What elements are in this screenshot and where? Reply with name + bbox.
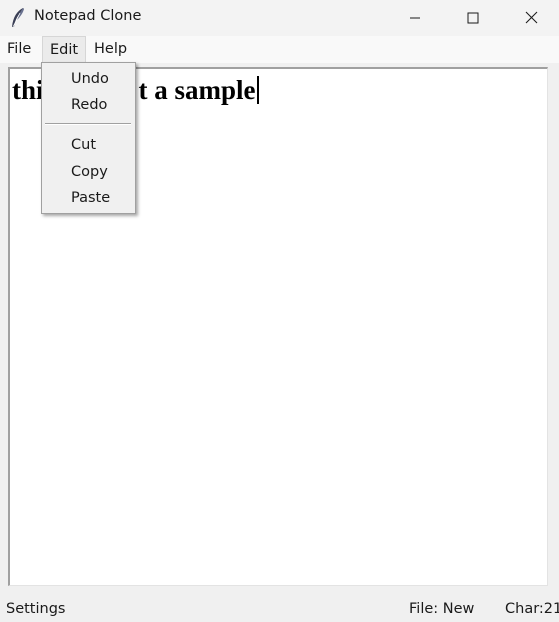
file-status: File: New: [409, 601, 475, 617]
char-count: Char:21: [505, 601, 559, 617]
menu-item-copy[interactable]: Copy: [71, 164, 108, 180]
close-button[interactable]: [502, 0, 559, 36]
menu-file[interactable]: File: [7, 41, 31, 57]
minimize-button[interactable]: [386, 0, 444, 36]
close-icon: [525, 9, 538, 28]
menu-edit[interactable]: Edit: [42, 36, 87, 63]
editor-text-end: t a sample: [138, 75, 256, 105]
maximize-icon: [467, 9, 479, 28]
status-bar: Settings File: New Char:21: [0, 588, 559, 622]
minimize-icon: [409, 9, 421, 28]
maximize-button[interactable]: [444, 0, 502, 36]
menu-separator: [45, 123, 131, 125]
editor-text-start: thi: [12, 75, 44, 105]
menu-item-undo[interactable]: Undo: [71, 71, 109, 87]
edit-menu-dropdown: Undo Redo Cut Copy Paste: [41, 62, 136, 214]
text-caret: [256, 76, 259, 104]
notepad-window: Notepad Clone File Edit Help thi t a samp…: [0, 0, 559, 622]
menu-help[interactable]: Help: [94, 41, 127, 57]
menu-bar: File Edit Help: [0, 36, 559, 63]
feather-icon: [9, 7, 27, 29]
title-bar[interactable]: Notepad Clone: [0, 0, 559, 36]
menu-item-redo[interactable]: Redo: [71, 97, 107, 113]
window-title: Notepad Clone: [34, 8, 142, 24]
menu-item-paste[interactable]: Paste: [71, 190, 110, 206]
menu-item-cut[interactable]: Cut: [71, 137, 96, 153]
settings-label[interactable]: Settings: [6, 601, 65, 617]
